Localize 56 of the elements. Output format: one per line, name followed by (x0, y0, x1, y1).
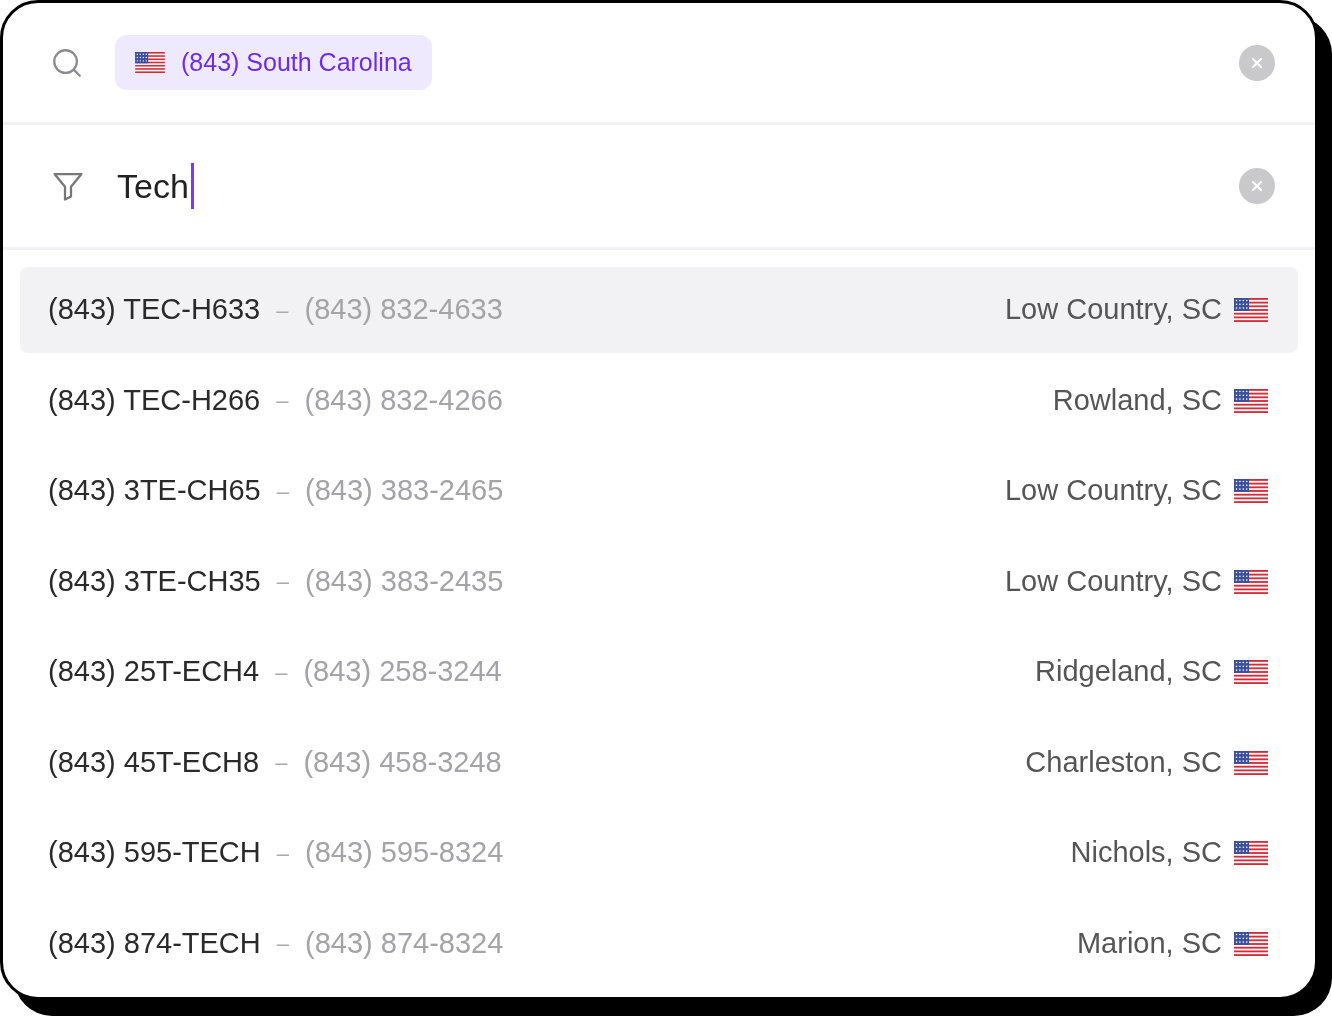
phone-number: (843) 832-4266 (304, 382, 503, 418)
separator: – (276, 839, 289, 868)
phone-number: (843) 383-2435 (305, 563, 504, 599)
us-flag-icon (1234, 841, 1268, 865)
area-code-chip[interactable]: (843) South Carolina (115, 35, 432, 90)
location: Nichols, SC (1070, 835, 1222, 871)
phone-number: (843) 874-8324 (305, 925, 504, 961)
location: Ridgeland, SC (1035, 654, 1222, 690)
us-flag-icon (1234, 931, 1268, 956)
location: Charleston, SC (1025, 744, 1222, 780)
us-flag-icon (1234, 388, 1268, 413)
vanity-number: (843) TEC-H633 (48, 292, 261, 328)
clear-filter-button[interactable] (1239, 168, 1275, 204)
us-flag-icon (1234, 479, 1268, 503)
clear-search-button[interactable] (1239, 44, 1275, 81)
vanity-number: (843) 3TE-CH65 (48, 473, 261, 509)
phone-number: (843) 832-4633 (304, 292, 503, 328)
result-row[interactable]: (843) TEC-H633 – (843) 832-4633 Low Country, SC (20, 267, 1298, 353)
location: Marion, SC (1076, 925, 1222, 961)
location: Rowland, SC (1052, 382, 1222, 418)
vanity-number: (843) 3TE-CH35 (48, 563, 261, 599)
close-icon (1250, 55, 1264, 70)
phone-number: (843) 258-3244 (303, 654, 502, 690)
phone-number: (843) 458-3248 (303, 744, 502, 780)
result-row[interactable]: (843) 25T-ECH4 – (843) 258-3244 Ridgeland, SC (20, 629, 1298, 715)
us-flag-icon (1234, 569, 1268, 594)
phone-number: (843) 383-2465 (305, 473, 504, 509)
separator: – (276, 477, 289, 506)
us-flag-icon (1234, 298, 1268, 322)
us-flag-icon (1234, 660, 1268, 684)
vanity-number: (843) 874-TECH (48, 925, 261, 961)
result-row[interactable]: (843) 874-TECH – (843) 874-8324 Marion, SC (20, 900, 1298, 987)
location: Low Country, SC (1004, 292, 1222, 328)
phone-number: (843) 595-8324 (305, 835, 504, 871)
separator: – (276, 387, 289, 415)
vanity-number: (843) 25T-ECH4 (48, 654, 260, 690)
us-flag-icon (135, 52, 165, 73)
separator: – (276, 296, 289, 325)
result-row[interactable]: (843) 45T-ECH8 – (843) 458-3248 Charleston, SC (20, 719, 1298, 806)
us-flag-icon (1234, 750, 1268, 775)
location: Low Country, SC (1004, 473, 1222, 509)
result-row[interactable]: (843) 595-TECH – (843) 595-8324 Nichols, SC (20, 810, 1298, 896)
vanity-number: (843) 595-TECH (48, 835, 261, 871)
vanity-number: (843) TEC-H266 (48, 382, 261, 418)
separator: – (275, 658, 288, 687)
location: Low Country, SC (1004, 563, 1222, 599)
separator: – (276, 568, 289, 596)
result-row[interactable]: (843) 3TE-CH65 – (843) 383-2465 Low Country, SC (20, 448, 1298, 534)
close-icon (1250, 179, 1264, 193)
chip-label: (843) South Carolina (181, 46, 412, 78)
separator: – (276, 930, 289, 958)
separator: – (275, 749, 288, 777)
vanity-number: (843) 45T-ECH8 (48, 744, 260, 780)
result-row[interactable]: (843) 3TE-CH35 – (843) 383-2435 Low Country, SC (20, 538, 1298, 625)
filter-input[interactable]: Tech (117, 160, 1239, 212)
result-row[interactable]: (843) TEC-H266 – (843) 832-4266 Rowland, SC (20, 357, 1298, 444)
